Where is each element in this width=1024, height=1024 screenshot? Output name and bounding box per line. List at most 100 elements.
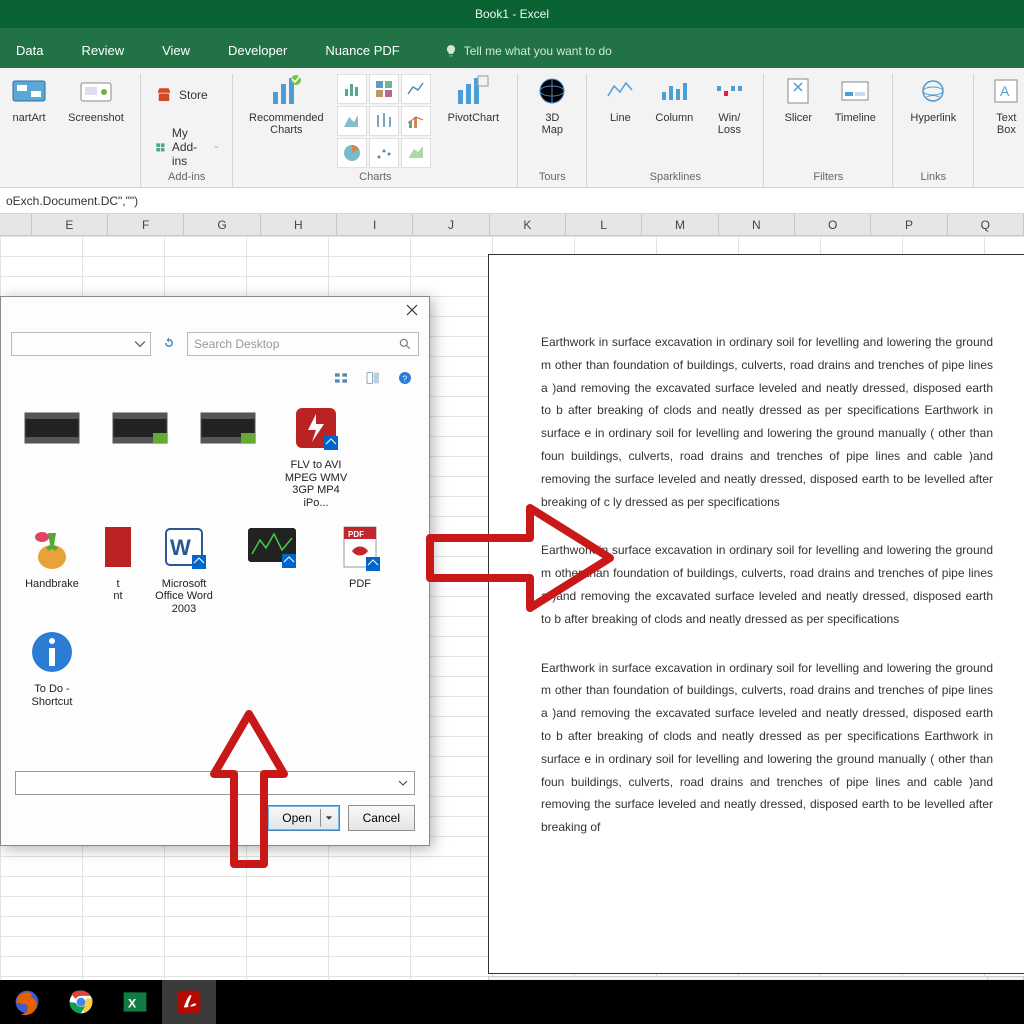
tab-nuance-pdf[interactable]: Nuance PDF [321,35,403,68]
sparkline-winloss-icon [715,80,743,102]
line-chart-icon [406,79,426,99]
tab-review[interactable]: Review [77,35,128,68]
chevron-down-icon [134,338,146,350]
col-N[interactable]: N [719,214,795,235]
address-bar[interactable] [11,332,151,356]
file-item[interactable]: FLV to AVI MPEG WMV 3GP MP4 iPo... [279,401,353,510]
taskbar: X [0,980,1024,1024]
taskbar-firefox[interactable] [0,980,54,1024]
file-item[interactable] [191,401,265,510]
slicer-button[interactable]: Slicer [776,74,820,124]
file-item[interactable]: t nt [103,520,133,616]
cancel-button[interactable]: Cancel [348,805,415,831]
pie-chart-icon [342,143,362,163]
hyperlink-label: Hyperlink [910,112,956,124]
3dmap-label: 3D Map [542,112,563,136]
chart-type-gallery[interactable] [337,74,431,104]
tab-view[interactable]: View [158,35,194,68]
ribbon-tabs: Data Review View Developer Nuance PDF Te… [0,28,1024,68]
dialog-search-input[interactable]: Search Desktop [187,332,419,356]
file-item[interactable]: Handbrake [15,520,89,616]
my-addins-button[interactable]: My Add-ins [153,122,220,172]
col-H[interactable]: H [261,214,337,235]
timeline-button[interactable]: Timeline [830,74,880,124]
svg-text:?: ? [402,373,407,383]
view-options-icon[interactable] [333,370,349,386]
taskbar-excel[interactable]: X [108,980,162,1024]
col-K[interactable]: K [490,214,566,235]
tab-data[interactable]: Data [12,35,47,68]
col-I[interactable]: I [337,214,413,235]
smartart-button[interactable]: nartArt [4,74,54,124]
file-item[interactable] [15,401,89,510]
close-icon [405,303,419,317]
lightbulb-icon [444,44,458,58]
sparkline-winloss-button[interactable]: Win/ Loss [707,74,751,136]
screenshot-button[interactable]: Screenshot [64,74,128,124]
col-J[interactable]: J [413,214,489,235]
store-icon [155,86,173,104]
textbox-button[interactable]: A Text Box [986,74,1024,136]
smartart-icon [12,77,46,105]
slicer-icon [784,77,812,105]
col-O[interactable]: O [795,214,871,235]
file-item[interactable] [235,520,309,616]
col-G[interactable]: G [184,214,260,235]
timeline-icon [840,78,870,104]
sparkline-line-icon [606,80,634,102]
sparkline-column-icon [660,80,688,102]
store-button[interactable]: Store [153,82,220,108]
sparkline-column-label: Column [655,112,693,124]
taskbar-chrome[interactable] [54,980,108,1024]
help-icon[interactable]: ? [397,370,413,386]
col-P[interactable]: P [871,214,947,235]
col-L[interactable]: L [566,214,642,235]
preview-pane-icon[interactable] [365,370,381,386]
3dmap-button[interactable]: 3D Map [530,74,574,136]
word-icon: W [160,523,208,571]
search-icon [398,337,412,351]
svg-text:X: X [128,996,137,1010]
addins-icon [155,138,166,156]
refresh-button[interactable] [163,337,175,352]
doc-paragraph-3: Earthwork in surface excavation in ordin… [541,657,993,839]
pdf-cut-icon [105,523,131,571]
hyperlink-button[interactable]: Hyperlink [905,74,961,124]
svg-text:A: A [1000,83,1010,99]
tell-me-label: Tell me what you want to do [464,44,612,58]
excel-icon: X [121,988,149,1016]
col-E[interactable]: E [32,214,108,235]
slicer-label: Slicer [785,112,813,124]
hierarchy-chart-icon [374,79,394,99]
sparkline-line-button[interactable]: Line [599,74,641,124]
file-item[interactable]: W Microsoft Office Word 2003 [147,520,221,616]
svg-text:PDF: PDF [348,530,364,539]
tell-me-box[interactable]: Tell me what you want to do [444,44,612,68]
file-item[interactable] [103,401,177,510]
timeline-label: Timeline [835,112,876,124]
refresh-icon [163,337,175,349]
tab-developer[interactable]: Developer [224,35,291,68]
taskbar-acrobat[interactable] [162,980,216,1024]
worksheet-grid[interactable]: Earthwork in surface excavation in ordin… [0,236,1024,996]
file-item[interactable]: To Do - Shortcut [15,625,89,708]
col-Q[interactable]: Q [948,214,1024,235]
sparkline-column-button[interactable]: Column [651,74,697,124]
recommended-charts-button[interactable]: Recommended Charts [245,74,327,136]
flash-converter-icon [292,404,340,452]
smartart-label: nartArt [12,112,45,124]
pivotchart-button[interactable]: PivotChart [441,74,505,124]
cancel-button-label: Cancel [363,811,400,825]
sparkline-line-label: Line [610,112,631,124]
formula-bar[interactable]: oExch.Document.DC","") [0,188,1024,214]
col-M[interactable]: M [642,214,718,235]
info-icon [28,628,76,676]
column-headers: E F G H I J K L M N O P Q [0,214,1024,236]
dialog-close-button[interactable] [401,299,423,321]
file-item-pdf[interactable]: PDF PDF [323,520,397,616]
recommended-charts-label: Recommended Charts [249,112,324,136]
col-F[interactable]: F [108,214,184,235]
handbrake-icon [28,523,76,571]
chevron-down-icon [325,814,333,822]
filters-group-label: Filters [776,171,880,185]
